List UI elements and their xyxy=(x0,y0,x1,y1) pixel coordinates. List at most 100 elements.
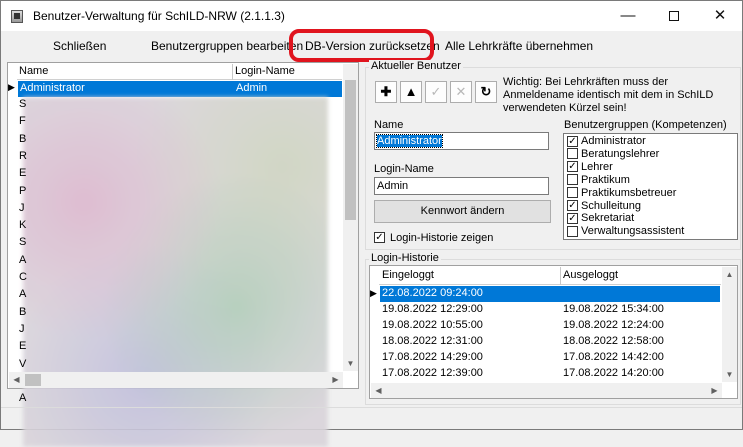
highlight-annotation xyxy=(289,29,434,62)
name-field[interactable]: Administrator xyxy=(374,132,549,150)
scroll-right-icon[interactable]: ▶ xyxy=(328,372,343,387)
scroll-left-icon[interactable]: ◀ xyxy=(371,383,386,398)
refresh-button[interactable]: ↻ xyxy=(475,81,497,103)
cancel-button[interactable]: ✕ xyxy=(450,81,472,103)
scroll-left-icon[interactable]: ◀ xyxy=(9,372,24,387)
history-row[interactable]: 19.08.2022 12:29:00 19.08.2022 15:34:00 xyxy=(380,302,720,318)
user-group-checkbox[interactable]: ✓ xyxy=(567,200,578,212)
move-up-button[interactable]: ▲ xyxy=(400,81,422,103)
history-vertical-scrollbar[interactable]: ▲ ▼ xyxy=(722,267,737,382)
menu-close[interactable]: Schließen xyxy=(53,39,106,53)
history-row[interactable]: 22.08.2022 09:24:00 xyxy=(380,286,720,302)
user-row-initial[interactable]: C xyxy=(19,271,27,283)
user-row-initial[interactable]: A xyxy=(19,392,26,404)
user-group-item[interactable]: Praktikum xyxy=(567,174,630,186)
status-bar xyxy=(1,407,742,429)
user-group-label: Administrator xyxy=(581,135,646,147)
user-group-checkbox[interactable] xyxy=(567,187,578,199)
user-group-label: Praktikumsbetreuer xyxy=(581,186,677,199)
minimize-button[interactable]: — xyxy=(605,1,651,31)
column-header-name[interactable]: Name xyxy=(17,65,48,77)
menu-import-teachers[interactable]: Alle Lehrkräfte übernehmen xyxy=(445,39,593,53)
app-window: Benutzer-Verwaltung für SchILD-NRW (2.1.… xyxy=(0,0,743,447)
menu-edit-groups[interactable]: Benutzergruppen bearbeiten xyxy=(151,39,303,53)
history-logged-in: 19.08.2022 12:29:00 xyxy=(382,303,483,315)
history-row[interactable]: 18.08.2022 12:31:00 18.08.2022 12:58:00 xyxy=(380,334,720,350)
login-name-label: Login-Name xyxy=(374,163,434,175)
maximize-button[interactable] xyxy=(651,1,697,31)
user-name: Administrator xyxy=(20,82,85,94)
user-row-initial[interactable]: S xyxy=(19,236,26,248)
user-row-initial[interactable]: R xyxy=(19,150,27,162)
show-history-label: Login-Historie zeigen xyxy=(390,232,494,244)
teacher-login-notice: Wichtig: Bei Lehrkräften muss der Anmeld… xyxy=(503,76,714,114)
user-row-initial[interactable]: V xyxy=(19,358,26,370)
scrollbar-thumb[interactable] xyxy=(345,80,356,220)
history-row[interactable]: 17.08.2022 12:39:00 17.08.2022 14:20:00 xyxy=(380,366,720,382)
user-group-label: Verwaltungsassistent xyxy=(581,225,685,238)
user-list-vertical-scrollbar[interactable]: ▼ xyxy=(343,64,358,371)
confirm-button[interactable]: ✓ xyxy=(425,81,447,103)
scroll-right-icon[interactable]: ▶ xyxy=(707,383,722,398)
login-history-table[interactable]: Eingeloggt Ausgeloggt ▶ 22.08.2022 09:24… xyxy=(369,265,738,399)
user-group-item[interactable]: Verwaltungsassistent xyxy=(567,225,684,237)
user-row-initial[interactable]: A xyxy=(19,288,26,300)
history-logged-in: 17.08.2022 14:29:00 xyxy=(382,351,483,363)
user-group-item[interactable]: ✓ Lehrer xyxy=(567,161,613,173)
user-row-initial[interactable]: B xyxy=(19,133,26,145)
user-group-item[interactable]: ✓ Schulleitung xyxy=(567,200,641,212)
history-logged-in: 17.08.2022 12:39:00 xyxy=(382,367,483,379)
user-group-checkbox[interactable] xyxy=(567,174,578,186)
user-row-initial[interactable]: A xyxy=(19,254,26,266)
close-window-button[interactable]: ✕ xyxy=(697,1,743,31)
history-logged-out: 17.08.2022 14:20:00 xyxy=(563,367,664,379)
history-logged-in: 19.08.2022 10:55:00 xyxy=(382,319,483,331)
user-list-horizontal-scrollbar[interactable]: ◀ ▶ xyxy=(9,372,343,388)
scrollbar-thumb[interactable] xyxy=(25,374,41,386)
login-name-field[interactable]: Admin xyxy=(374,177,549,195)
history-logged-out: 19.08.2022 15:34:00 xyxy=(563,303,664,315)
scroll-down-icon[interactable]: ▼ xyxy=(343,356,358,371)
user-row-initial[interactable]: J xyxy=(19,323,25,335)
user-row-initial[interactable]: B xyxy=(19,306,26,318)
user-group-checkbox[interactable]: ✓ xyxy=(567,135,578,147)
history-logged-out: 18.08.2022 12:58:00 xyxy=(563,335,664,347)
user-group-item[interactable]: ✓ Administrator xyxy=(567,135,646,147)
user-group-checkbox[interactable]: ✓ xyxy=(567,161,578,173)
history-row[interactable]: 17.08.2022 14:29:00 17.08.2022 14:42:00 xyxy=(380,350,720,366)
user-group-checkbox[interactable]: ✓ xyxy=(567,212,578,224)
column-header-logged-in[interactable]: Eingeloggt xyxy=(380,269,434,281)
user-group-checkbox[interactable] xyxy=(567,225,578,237)
user-group-item[interactable]: Beratungslehrer xyxy=(567,148,659,160)
user-row-initial[interactable]: E xyxy=(19,167,26,179)
user-group-label: Sekretariat xyxy=(581,212,635,225)
title-bar: Benutzer-Verwaltung für SchILD-NRW (2.1.… xyxy=(1,1,742,31)
history-header: Eingeloggt Ausgeloggt xyxy=(379,267,721,285)
show-history-checkbox[interactable]: ✓ xyxy=(374,232,385,243)
user-group-label: Lehrer xyxy=(581,160,613,173)
user-row-initial[interactable]: J xyxy=(19,202,25,214)
current-user-group-title: Aktueller Benutzer xyxy=(369,60,463,72)
scroll-up-icon[interactable]: ▲ xyxy=(722,267,737,282)
add-user-button[interactable]: ✚ xyxy=(375,81,397,103)
user-list[interactable]: Name Login-Name ▶ Administrator Admin SF… xyxy=(7,62,359,447)
user-row-initial[interactable]: F xyxy=(19,115,26,127)
user-groups-list[interactable]: ✓ Administrator Beratungslehrer ✓ Lehrer Prak… xyxy=(563,133,738,240)
user-group-item[interactable]: Praktikumsbetreuer xyxy=(567,187,676,199)
scroll-down-icon[interactable]: ▼ xyxy=(722,367,737,382)
history-horizontal-scrollbar[interactable]: ◀ ▶ xyxy=(371,383,722,398)
user-row-initial[interactable]: P xyxy=(19,185,26,197)
name-label: Name xyxy=(374,119,404,131)
history-logged-out: 17.08.2022 14:42:00 xyxy=(563,351,664,363)
user-groups-label: Benutzergruppen (Kompetenzen) xyxy=(564,119,727,131)
column-header-logged-out[interactable]: Ausgeloggt xyxy=(561,269,618,281)
user-group-item[interactable]: ✓ Sekretariat xyxy=(567,212,634,224)
user-row-selected[interactable]: Administrator Admin xyxy=(18,81,342,97)
user-row-initial[interactable]: S xyxy=(19,98,26,110)
change-password-button[interactable]: Kennwort ändern xyxy=(374,200,551,223)
user-group-checkbox[interactable] xyxy=(567,148,578,160)
user-row-initial[interactable]: E xyxy=(19,340,26,352)
history-row[interactable]: 19.08.2022 10:55:00 19.08.2022 12:24:00 xyxy=(380,318,720,334)
user-row-initial[interactable]: K xyxy=(19,219,26,231)
column-header-login[interactable]: Login-Name xyxy=(233,65,295,77)
